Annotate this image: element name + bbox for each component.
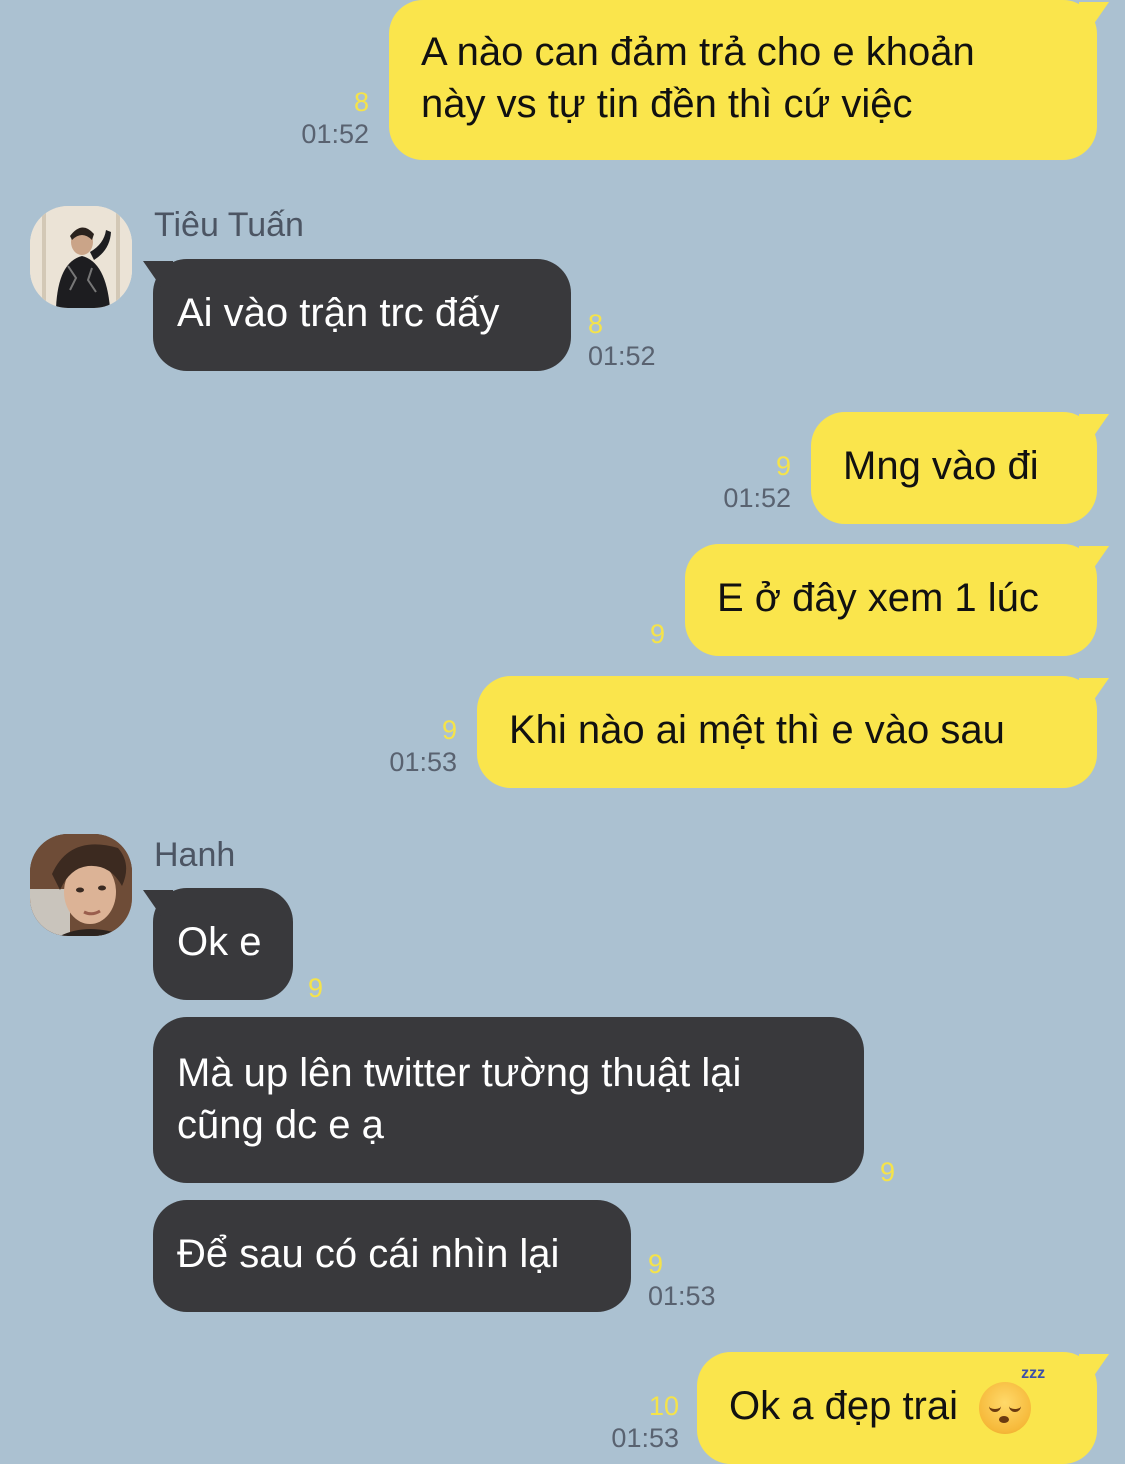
timestamp: 01:52 (588, 341, 656, 371)
message-text-line: cũng dc e ạ (177, 1103, 384, 1147)
message-meta: 10 01:53 (611, 1390, 679, 1454)
sleeping-face-emoji-icon: zzz (979, 1366, 1045, 1435)
message-bubble-incoming[interactable]: Ai vào trận trc đấy (153, 259, 571, 371)
timestamp: 01:53 (611, 1423, 679, 1453)
timestamp: 01:52 (301, 119, 369, 149)
timestamp: 01:52 (723, 483, 791, 513)
unread-count: 9 (648, 1249, 664, 1279)
message-meta: 9 (880, 1156, 895, 1188)
unread-count: 9 (775, 451, 791, 481)
message-text: Khi nào ai mệt thì e vào sau (509, 708, 1005, 752)
message-text: Mng vào đi (843, 444, 1039, 488)
unread-count: 10 (648, 1391, 679, 1421)
message-bubble-outgoing[interactable]: Mng vào đi (811, 412, 1097, 524)
message-text: Để sau có cái nhìn lại (177, 1232, 560, 1276)
message-text: E ở đây xem 1 lúc (717, 576, 1039, 620)
avatar[interactable] (30, 206, 132, 308)
message-meta: 8 01:52 (301, 86, 369, 150)
sender-name: Tiêu Tuấn (154, 206, 304, 244)
avatar[interactable] (30, 834, 132, 936)
message-meta: 8 01:52 (588, 308, 656, 372)
message-bubble-outgoing[interactable]: Ok a đẹp trai zzz (697, 1352, 1097, 1464)
message-text-line: Mà up lên twitter tường thuật lại (177, 1051, 742, 1095)
message-bubble-outgoing[interactable]: E ở đây xem 1 lúc (685, 544, 1097, 656)
message-bubble-outgoing[interactable]: A nào can đảm trả cho e khoản này vs tự … (389, 0, 1097, 160)
message-text-line: này vs tự tin đền thì cứ việc (421, 82, 913, 126)
chat-area[interactable]: 8 01:52 A nào can đảm trả cho e khoản nà… (0, 0, 1125, 1464)
message-meta: 9 (650, 618, 665, 650)
timestamp: 01:53 (389, 747, 457, 777)
message-meta: 9 (308, 972, 323, 1004)
message-text: Ok a đẹp trai (729, 1384, 959, 1428)
message-meta: 9 01:53 (648, 1248, 716, 1312)
unread-count: 8 (353, 87, 369, 117)
unread-count: 9 (441, 715, 457, 745)
avatar-photo-icon (30, 206, 132, 308)
unread-count: 9 (649, 619, 665, 649)
unread-count: 9 (308, 973, 324, 1003)
unread-count: 9 (880, 1157, 896, 1187)
message-bubble-incoming[interactable]: Ok e (153, 888, 293, 1000)
unread-count: 8 (588, 309, 604, 339)
message-bubble-outgoing[interactable]: Khi nào ai mệt thì e vào sau (477, 676, 1097, 788)
message-meta: 9 01:53 (389, 714, 457, 778)
avatar-photo-icon (30, 834, 132, 936)
message-meta: 9 01:52 (723, 450, 791, 514)
message-bubble-incoming[interactable]: Để sau có cái nhìn lại (153, 1200, 631, 1312)
message-bubble-incoming[interactable]: Mà up lên twitter tường thuật lại cũng d… (153, 1017, 864, 1183)
sender-name: Hanh (154, 836, 236, 874)
message-text: Ai vào trận trc đấy (177, 291, 500, 335)
message-text: Ok e (177, 920, 262, 964)
message-text-line: A nào can đảm trả cho e khoản (421, 30, 975, 74)
timestamp: 01:53 (648, 1281, 716, 1311)
